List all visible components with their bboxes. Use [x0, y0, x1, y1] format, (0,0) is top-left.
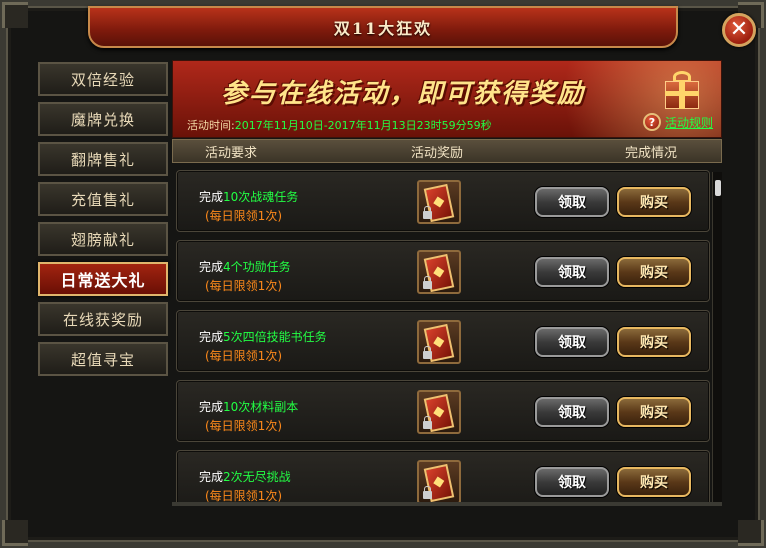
tab-label: 日常送大礼 — [60, 271, 146, 290]
task-requirement: 完成2次无尽挑战 — [199, 467, 291, 487]
lock-icon — [423, 346, 432, 359]
claim-button[interactable]: 领取 — [535, 187, 609, 217]
tab-label: 魔牌兑换 — [70, 110, 135, 129]
rules-link-group[interactable]: ? 活动规则 — [643, 113, 713, 131]
requirement-prefix: 完成 — [199, 400, 224, 414]
requirement-prefix: 完成 — [199, 260, 224, 274]
daily-limit: (每日限领1次) — [205, 279, 282, 293]
buy-button[interactable]: 购买 — [617, 467, 691, 497]
task-requirement: 完成4个功勋任务 — [199, 257, 291, 277]
lock-icon — [423, 486, 432, 499]
card-pack-icon[interactable] — [417, 250, 461, 294]
tab-wings-gift[interactable]: 翅膀献礼 — [38, 222, 168, 256]
event-time-label: 活动时间: — [187, 119, 235, 132]
tab-label: 在线获奖励 — [62, 310, 143, 329]
banner-headline: 参与在线活动，即可获得奖励 — [221, 79, 586, 109]
lock-icon — [423, 416, 432, 429]
tab-flip-card-gift[interactable]: 翻牌售礼 — [38, 142, 168, 176]
title-bar: 双11大狂欢 — [88, 6, 678, 48]
frame-corner-ornament — [2, 2, 28, 28]
event-time: 活动时间:2017年11月10日-2017年11月13日23时59分59秒 — [187, 117, 492, 133]
scrollbar-thumb[interactable] — [715, 180, 721, 196]
card-pack-icon[interactable] — [417, 460, 461, 502]
requirement-prefix: 完成 — [199, 470, 224, 484]
buy-button[interactable]: 购买 — [617, 187, 691, 217]
tab-label: 翅膀献礼 — [70, 230, 135, 249]
event-time-value: 2017年11月10日-2017年11月13日23时59分59秒 — [234, 119, 492, 132]
buy-button[interactable]: 购买 — [617, 327, 691, 357]
task-requirement: 完成10次材料副本 — [199, 397, 298, 417]
tab-magic-card-exchange[interactable]: 魔牌兑换 — [38, 102, 168, 136]
close-button[interactable]: ✕ — [722, 13, 756, 47]
requirement-task: 10次材料副本 — [223, 400, 299, 414]
buy-button[interactable]: 购买 — [617, 397, 691, 427]
task-row: 完成2次无尽挑战 (每日限领1次) 领取 购买 — [176, 450, 710, 502]
header-reward: 活动奖励 — [411, 145, 464, 161]
tab-recharge-gift[interactable]: 充值售礼 — [38, 182, 168, 216]
task-row: 完成10次材料副本 (每日限领1次) 领取 购买 — [176, 380, 710, 442]
buy-button[interactable]: 购买 — [617, 257, 691, 287]
tab-label: 双倍经验 — [70, 70, 135, 89]
claim-button[interactable]: 领取 — [535, 257, 609, 287]
daily-limit: (每日限领1次) — [205, 209, 282, 223]
frame-corner-ornament — [2, 520, 28, 546]
tab-online-reward[interactable]: 在线获奖励 — [38, 302, 168, 336]
claim-button[interactable]: 领取 — [535, 397, 609, 427]
card-pack-icon[interactable] — [417, 320, 461, 364]
panel-bottom-edge — [172, 502, 722, 506]
list-scrollbar[interactable] — [712, 172, 722, 502]
daily-limit: (每日限领1次) — [205, 419, 282, 433]
event-banner: 参与在线活动，即可获得奖励 活动时间:2017年11月10日-2017年11月1… — [172, 60, 722, 138]
lock-icon — [423, 276, 432, 289]
claim-button[interactable]: 领取 — [535, 467, 609, 497]
rules-link[interactable]: 活动规则 — [665, 114, 713, 131]
daily-limit: (每日限领1次) — [205, 349, 282, 363]
gift-box-icon — [659, 69, 707, 111]
task-row: 完成10次战魂任务 (每日限领1次) 领取 购买 — [176, 170, 710, 232]
card-pack-icon[interactable] — [417, 390, 461, 434]
requirement-task: 10次战魂任务 — [223, 190, 299, 204]
requirement-task: 5次四倍技能书任务 — [223, 330, 327, 344]
task-row: 完成5次四倍技能书任务 (每日限领1次) 领取 购买 — [176, 310, 710, 372]
window-title: 双11大狂欢 — [333, 19, 433, 38]
tab-treasure-hunt[interactable]: 超值寻宝 — [38, 342, 168, 376]
sidebar: 双倍经验 魔牌兑换 翻牌售礼 充值售礼 翅膀献礼 日常送大礼 在线获奖励 超值寻… — [38, 62, 170, 382]
header-requirement: 活动要求 — [205, 145, 258, 161]
task-requirement: 完成5次四倍技能书任务 — [199, 327, 327, 347]
header-status: 完成情况 — [625, 145, 678, 161]
requirement-task: 2次无尽挑战 — [223, 470, 291, 484]
close-icon: ✕ — [729, 17, 749, 42]
task-row: 完成4个功勋任务 (每日限领1次) 领取 购买 — [176, 240, 710, 302]
task-requirement: 完成10次战魂任务 — [199, 187, 298, 207]
daily-limit: (每日限领1次) — [205, 489, 282, 502]
requirement-prefix: 完成 — [199, 330, 224, 344]
requirement-prefix: 完成 — [199, 190, 224, 204]
question-icon[interactable]: ? — [643, 113, 661, 131]
tab-label: 超值寻宝 — [70, 350, 135, 369]
tab-label: 翻牌售礼 — [70, 150, 135, 169]
tab-double-exp[interactable]: 双倍经验 — [38, 62, 168, 96]
tab-daily-gift[interactable]: 日常送大礼 — [38, 262, 168, 296]
table-header: 活动要求 活动奖励 完成情况 — [172, 139, 722, 163]
claim-button[interactable]: 领取 — [535, 327, 609, 357]
card-pack-icon[interactable] — [417, 180, 461, 224]
tab-label: 充值售礼 — [70, 190, 135, 209]
requirement-task: 4个功勋任务 — [223, 260, 291, 274]
task-list: 完成10次战魂任务 (每日限领1次) 领取 购买 完成4个功勋任务 (每日限领1… — [176, 170, 712, 502]
frame-corner-ornament — [738, 520, 764, 546]
lock-icon — [423, 206, 432, 219]
